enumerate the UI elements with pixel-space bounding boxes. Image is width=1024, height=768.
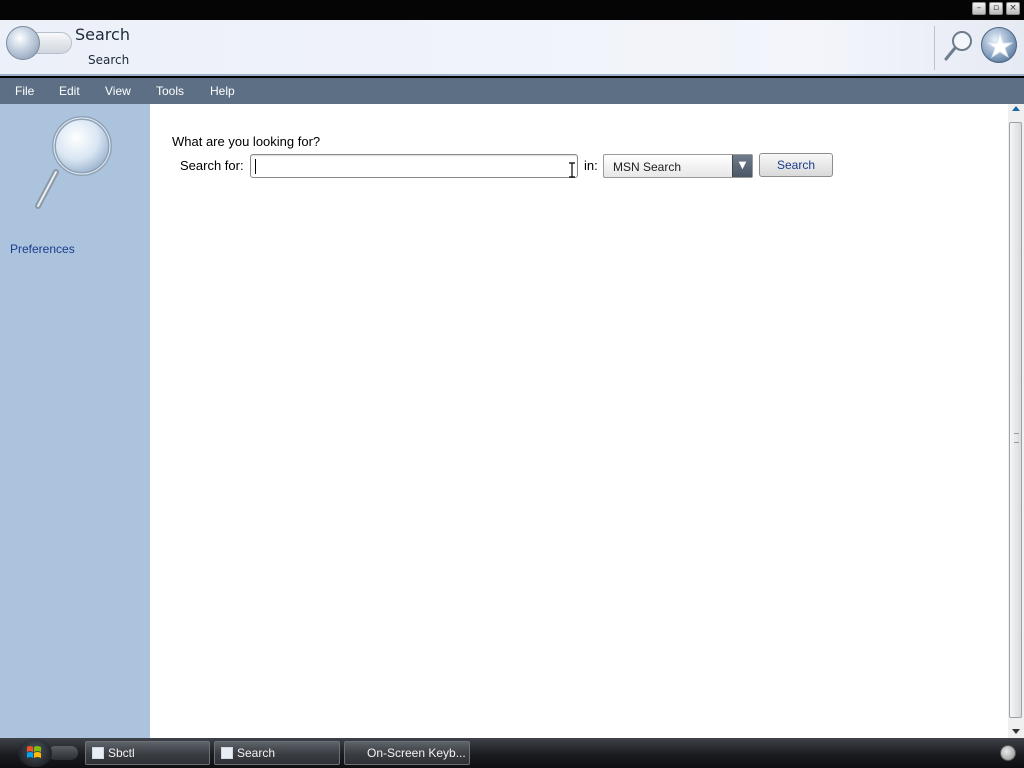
preferences-link[interactable]: Preferences [10, 242, 75, 256]
magnifier-icon [30, 114, 120, 214]
scroll-up-arrow-icon[interactable] [1012, 106, 1020, 111]
app-header: Search Search [0, 20, 1024, 76]
search-provider-select[interactable]: MSN Search ▼ [603, 154, 753, 178]
window-icon [92, 747, 104, 759]
menu-help[interactable]: Help [210, 84, 235, 98]
vertical-scrollbar[interactable] [1008, 104, 1024, 738]
header-divider [934, 26, 935, 70]
taskbar-item-search[interactable]: Search [214, 741, 340, 765]
menu-edit[interactable]: Edit [59, 84, 80, 98]
dropdown-arrow-icon[interactable]: ▼ [732, 155, 752, 177]
taskbar: Sbctl Search On-Screen Keyb... [0, 738, 1024, 768]
page-subtitle: Search [88, 53, 130, 67]
taskbar-item-sbctl[interactable]: Sbctl [85, 741, 210, 765]
scroll-thumb[interactable] [1009, 122, 1022, 718]
menu-view[interactable]: View [105, 84, 131, 98]
taskbar-item-label: On-Screen Keyb... [367, 746, 466, 760]
window-frame: – ▫ × [0, 0, 1024, 20]
taskbar-item-onscreen-keyboard[interactable]: On-Screen Keyb... [344, 741, 470, 765]
scroll-down-arrow-icon[interactable] [1012, 729, 1020, 734]
text-caret [255, 159, 256, 174]
minimize-button[interactable]: – [972, 2, 986, 15]
main-content: What are you looking for? Search for: in… [150, 104, 1008, 738]
scroll-grip [1014, 433, 1019, 443]
document-icon [221, 747, 233, 759]
page-title: Search [75, 25, 130, 44]
search-prompt: What are you looking for? [172, 134, 321, 149]
menu-tools[interactable]: Tools [156, 84, 184, 98]
maximize-button[interactable]: ▫ [989, 2, 1003, 15]
start-rail [48, 746, 78, 760]
search-button[interactable]: Search [759, 153, 833, 177]
menu-file[interactable]: File [15, 84, 34, 98]
search-input-box[interactable] [250, 154, 578, 178]
search-for-label: Search for: [180, 158, 244, 173]
in-label: in: [584, 158, 598, 173]
menu-bar: File Edit View Tools Help [0, 78, 1024, 104]
taskbar-item-label: Search [237, 746, 276, 760]
sidebar: Preferences [0, 104, 150, 738]
star-icon[interactable] [981, 27, 1017, 63]
back-forward-orb[interactable] [6, 26, 72, 60]
provider-value: MSN Search [613, 160, 682, 174]
window-controls: – ▫ × [972, 2, 1020, 15]
search-icon[interactable] [942, 28, 976, 64]
ibeam-cursor-icon [568, 162, 576, 178]
search-input[interactable] [251, 155, 577, 177]
taskbar-item-label: Sbctl [108, 746, 135, 760]
start-button[interactable] [18, 739, 52, 767]
back-button[interactable] [6, 26, 40, 60]
windows-logo-icon [27, 746, 41, 758]
system-tray-icon[interactable] [1000, 745, 1016, 761]
close-button[interactable]: × [1006, 2, 1020, 15]
